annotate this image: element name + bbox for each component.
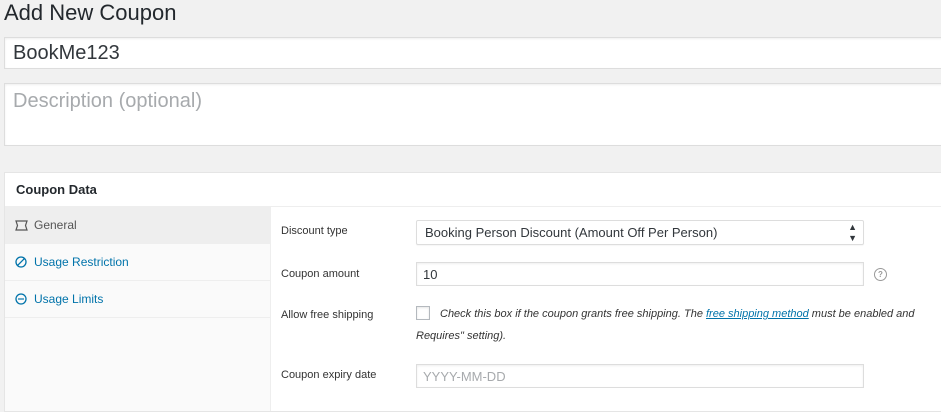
tab-usage-restriction-label: Usage Restriction xyxy=(34,255,129,269)
expiry-date-label: Coupon expiry date xyxy=(281,369,377,381)
ticket-icon xyxy=(14,218,28,232)
free-shipping-label: Allow free shipping xyxy=(281,309,374,321)
tab-usage-limits-label: Usage Limits xyxy=(34,292,104,306)
discount-type-value: Booking Person Discount (Amount Off Per … xyxy=(425,225,718,240)
description-textarea[interactable] xyxy=(4,83,941,146)
coupon-data-heading: Coupon Data xyxy=(5,173,941,207)
tab-usage-limits[interactable]: Usage Limits xyxy=(5,281,270,318)
help-icon[interactable]: ? xyxy=(874,268,887,281)
tab-usage-restriction[interactable]: Usage Restriction xyxy=(5,244,270,281)
discount-type-label: Discount type xyxy=(281,225,348,237)
select-arrows-icon: ▲ ▼ xyxy=(848,221,857,243)
coupon-data-tabs: General Usage Restriction Usage Limits xyxy=(5,207,271,411)
coupon-amount-input[interactable] xyxy=(416,262,864,286)
free-shipping-description: Check this box if the coupon grants free… xyxy=(416,303,941,347)
tab-general-label: General xyxy=(34,218,77,232)
limits-icon xyxy=(14,292,28,306)
coupon-amount-label: Coupon amount xyxy=(281,268,360,280)
page-title: Add New Coupon xyxy=(4,0,177,25)
free-shipping-text-before: Check this box if the coupon grants free… xyxy=(440,308,706,320)
tab-general[interactable]: General xyxy=(5,207,270,244)
free-shipping-text-line2: Requires" setting). xyxy=(416,330,507,342)
coupon-code-input[interactable] xyxy=(4,37,941,69)
coupon-data-box: Coupon Data General Usage Restriction Us… xyxy=(4,172,941,412)
free-shipping-method-link[interactable]: free shipping method xyxy=(706,308,809,320)
expiry-date-input[interactable] xyxy=(416,364,864,388)
ban-icon xyxy=(14,255,28,269)
free-shipping-text-after: must be enabled and xyxy=(808,308,915,320)
discount-type-select[interactable]: Booking Person Discount (Amount Off Per … xyxy=(416,220,864,245)
general-panel: Discount type Booking Person Discount (A… xyxy=(271,207,941,411)
